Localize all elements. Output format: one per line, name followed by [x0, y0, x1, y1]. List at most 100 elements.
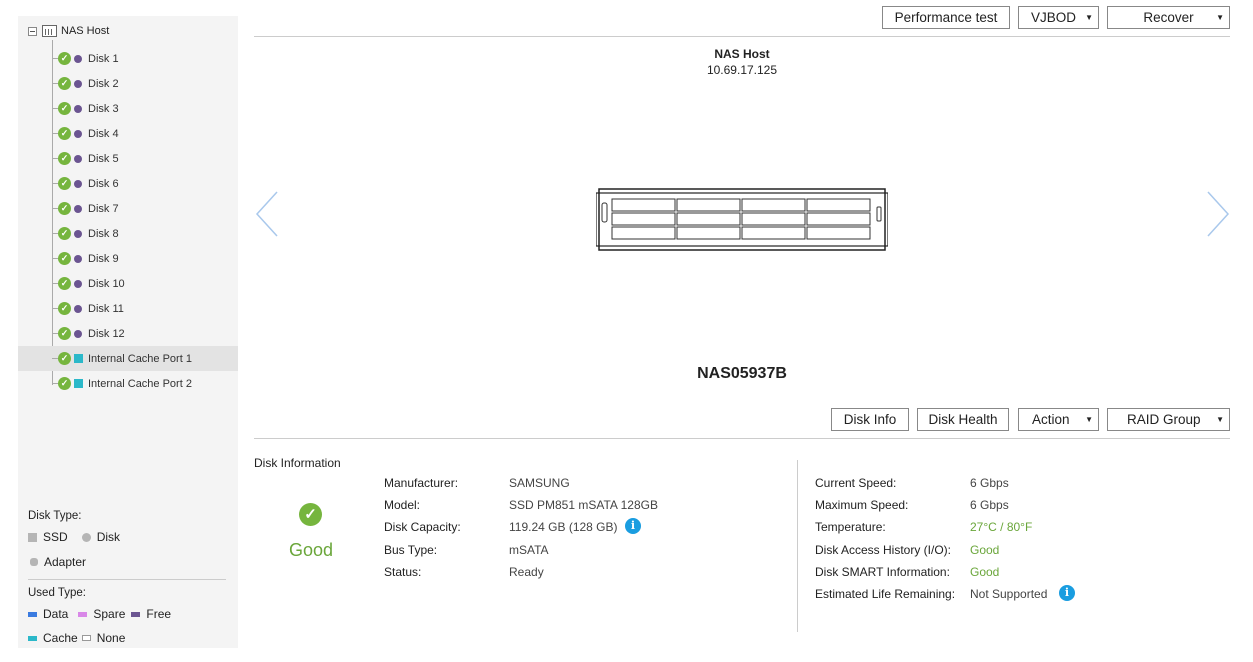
access-history-value[interactable]: Good	[970, 543, 999, 557]
tree-item-cache-port[interactable]: ✓ Internal Cache Port 2	[18, 371, 238, 396]
adapter-swatch	[30, 558, 38, 566]
vjbod-dropdown[interactable]: VJBOD ▼	[1018, 6, 1099, 29]
legend-disk: Disk	[96, 530, 121, 544]
tree-item-label: Disk 11	[88, 302, 124, 315]
tree-item-disk[interactable]: ✓ Disk 11	[18, 296, 238, 321]
used-type-title: Used Type:	[28, 587, 86, 599]
temperature-label: Temperature:	[815, 520, 886, 534]
tree-item-disk[interactable]: ✓ Disk 12	[18, 321, 238, 346]
info-icon[interactable]: i	[625, 518, 641, 534]
device-tree-panel: NAS Host ✓ Disk 1 ✓ Disk 2 ✓ Disk 3 ✓ Disk 4 ✓ Di…	[18, 16, 238, 648]
check-icon: ✓	[58, 52, 71, 65]
host-ip: 10.69.17.125	[706, 63, 778, 77]
disk-type-icon	[74, 54, 82, 63]
temperature-value: 27°C / 80°F	[970, 520, 1033, 534]
tree-item-disk[interactable]: ✓ Disk 1	[18, 46, 238, 71]
tree-item-label: Disk 6	[88, 177, 119, 190]
access-history-label: Disk Access History (I/O):	[815, 543, 952, 557]
cache-type-icon	[74, 354, 83, 363]
collapse-icon[interactable]	[28, 26, 37, 36]
disk-type-title: Disk Type:	[28, 510, 82, 522]
chevron-right-icon[interactable]	[1206, 190, 1230, 238]
legend-adapter-row: Adapter	[28, 555, 86, 569]
tree-item-disk[interactable]: ✓ Disk 7	[18, 196, 238, 221]
info-column-divider	[797, 460, 798, 632]
free-swatch	[131, 611, 141, 617]
tree-root-nas-host[interactable]: NAS Host	[28, 24, 109, 38]
disk-type-icon	[74, 129, 82, 138]
tree-item-disk[interactable]: ✓ Disk 5	[18, 146, 238, 171]
tree-item-label: Disk 8	[88, 227, 119, 240]
nas-host-icon	[42, 25, 57, 37]
nas-enclosure-image	[596, 188, 888, 251]
check-icon: ✓	[58, 152, 71, 165]
legend-cache: Cache	[43, 631, 78, 645]
tree-item-label: Disk 12	[88, 327, 125, 340]
health-status-text: Good	[288, 540, 334, 560]
capacity-value: 119.24 GB (128 GB)	[509, 520, 618, 534]
legend-disk-type: SSD Disk	[28, 530, 120, 544]
disk-type-icon	[74, 179, 82, 188]
max-speed-value: 6 Gbps	[970, 498, 1009, 512]
legend-adapter: Adapter	[44, 555, 87, 569]
action-label: Action	[1032, 412, 1070, 427]
tree-root-label: NAS Host	[61, 25, 110, 37]
check-icon: ✓	[58, 77, 71, 90]
cache-swatch	[28, 635, 37, 641]
tree-item-disk[interactable]: ✓ Disk 9	[18, 246, 238, 271]
tree-item-disk[interactable]: ✓ Disk 8	[18, 221, 238, 246]
enclosure-model-name: NAS05937B	[697, 365, 787, 382]
tree-item-label: Disk 10	[88, 277, 125, 290]
chevron-down-icon: ▼	[1085, 415, 1093, 424]
none-swatch	[81, 635, 91, 641]
max-speed-label: Maximum Speed:	[815, 498, 909, 512]
manufacturer-label: Manufacturer:	[384, 476, 459, 490]
host-name: NAS Host	[714, 47, 770, 61]
chevron-down-icon: ▼	[1216, 415, 1224, 424]
raid-group-dropdown[interactable]: RAID Group ▼	[1107, 408, 1230, 431]
info-icon[interactable]: i	[1059, 585, 1075, 601]
performance-test-button[interactable]: Performance test	[882, 6, 1010, 29]
performance-test-label: Performance test	[894, 10, 998, 25]
legend-ssd: SSD	[43, 530, 68, 544]
disk-type-icon	[74, 279, 82, 288]
chevron-left-icon[interactable]	[255, 190, 279, 238]
disk-swatch	[81, 532, 91, 542]
check-icon: ✓	[58, 302, 71, 315]
disk-info-button[interactable]: Disk Info	[831, 408, 909, 431]
life-remaining-value: Not Supported	[970, 587, 1048, 601]
check-icon: ✓	[58, 277, 71, 290]
smart-info-value[interactable]: Good	[970, 565, 999, 579]
ssd-swatch	[28, 532, 37, 542]
disk-type-icon	[74, 329, 82, 338]
cache-type-icon	[74, 379, 83, 388]
disk-type-icon	[74, 154, 82, 163]
check-icon: ✓	[58, 227, 71, 240]
tree-item-disk[interactable]: ✓ Disk 3	[18, 96, 238, 121]
disk-type-icon	[74, 229, 82, 238]
tree-item-disk[interactable]: ✓ Disk 10	[18, 271, 238, 296]
current-speed-label: Current Speed:	[815, 476, 897, 490]
check-icon: ✓	[58, 177, 71, 190]
tree-item-disk[interactable]: ✓ Disk 4	[18, 121, 238, 146]
current-speed-value: 6 Gbps	[970, 476, 1009, 490]
check-icon: ✓	[58, 352, 71, 365]
recover-dropdown[interactable]: Recover ▼	[1107, 6, 1230, 29]
tree-item-cache-port[interactable]: ✓ Internal Cache Port 1	[18, 346, 238, 371]
action-dropdown[interactable]: Action ▼	[1018, 408, 1099, 431]
disk-type-icon	[74, 254, 82, 263]
tree-item-label: Disk 1	[88, 52, 119, 65]
disk-type-icon	[74, 79, 82, 88]
check-icon: ✓	[58, 252, 71, 265]
tree-item-label: Disk 5	[88, 152, 119, 165]
status-label: Status:	[384, 565, 422, 579]
disk-health-label: Disk Health	[928, 412, 998, 427]
legend-none: None	[96, 631, 126, 645]
tree-item-disk[interactable]: ✓ Disk 2	[18, 71, 238, 96]
disk-toolbar-divider	[254, 438, 1230, 439]
disk-health-button[interactable]: Disk Health	[917, 408, 1009, 431]
legend-free: Free	[146, 607, 172, 621]
tree-item-disk[interactable]: ✓ Disk 6	[18, 171, 238, 196]
check-icon: ✓	[299, 503, 322, 526]
smart-info-label: Disk SMART Information:	[815, 565, 950, 579]
